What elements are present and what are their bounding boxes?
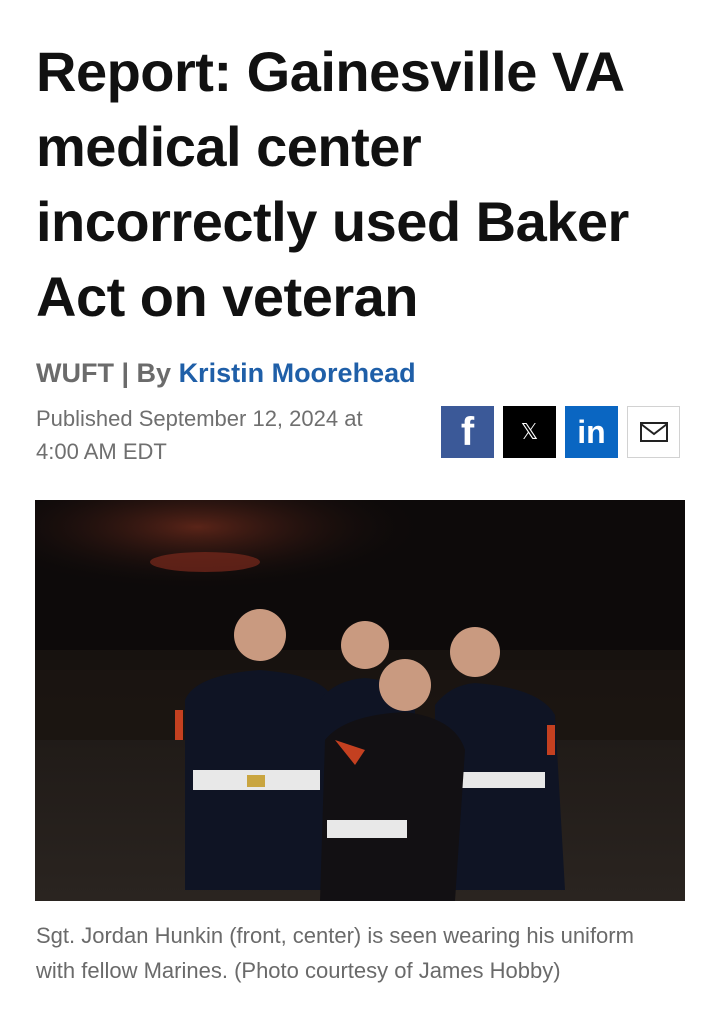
- linkedin-icon: in: [577, 413, 606, 450]
- article-headline: Report: Gainesville VA medical center in…: [36, 40, 629, 328]
- facebook-share-button[interactable]: f: [441, 406, 494, 458]
- x-icon: 𝕏: [520, 419, 539, 444]
- byline-separator: |: [113, 358, 137, 388]
- x-share-button[interactable]: 𝕏: [503, 406, 556, 458]
- linkedin-share-button[interactable]: in: [565, 406, 618, 458]
- article-page: Report: Gainesville VA medical center in…: [0, 0, 720, 1031]
- email-share-button[interactable]: [627, 406, 680, 458]
- byline-source: WUFT: [36, 358, 114, 388]
- author-link[interactable]: Kristin Moorehead: [179, 358, 416, 388]
- photo-caption: Sgt. Jordan Hunkin (front, center) is se…: [36, 923, 634, 983]
- marines-photo-illustration: [35, 500, 685, 901]
- published-line-1: Published September 12, 2024 at: [36, 406, 363, 431]
- meta-row: Published September 12, 2024 at 4:00 AM …: [36, 402, 684, 482]
- byline: WUFT | By Kristin Moorehead: [36, 356, 684, 390]
- published-line-2: 4:00 AM EDT: [36, 439, 167, 464]
- article-photo: [35, 500, 685, 901]
- email-icon: [639, 422, 668, 442]
- byline-by: By: [136, 358, 179, 388]
- facebook-icon: f: [460, 409, 475, 454]
- share-buttons: f 𝕏 in: [441, 406, 680, 458]
- published-date: Published September 12, 2024 at 4:00 AM …: [36, 402, 416, 468]
